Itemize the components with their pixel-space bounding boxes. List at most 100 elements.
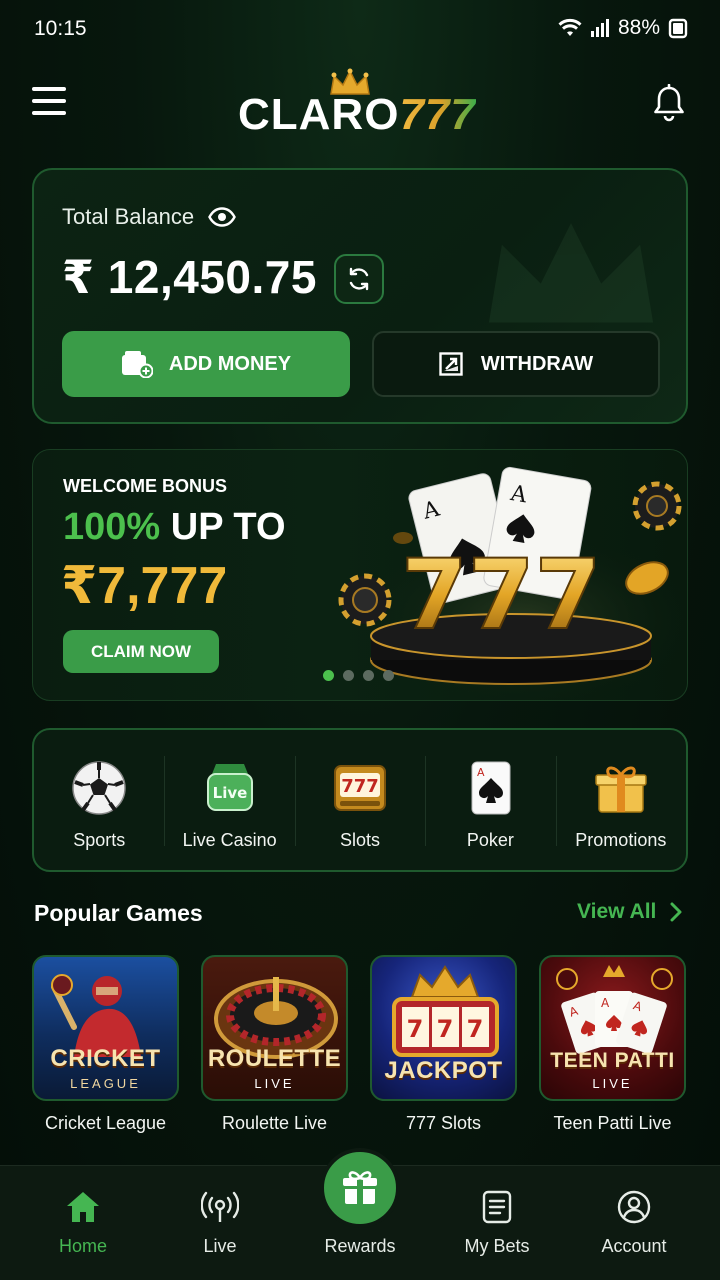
svg-text:777: 777 <box>341 776 379 797</box>
add-money-label: ADD MONEY <box>168 352 292 375</box>
category-promotions[interactable]: Promotions <box>555 730 686 870</box>
menu-icon[interactable] <box>32 87 66 117</box>
category-label: Poker <box>466 830 514 850</box>
broadcast-icon <box>201 1191 239 1222</box>
eye-icon[interactable] <box>208 207 236 227</box>
refresh-icon <box>349 267 369 291</box>
claim-now-button[interactable]: CLAIM NOW <box>63 630 219 673</box>
banner-headline: 100% UP TO <box>63 506 286 549</box>
bell-icon[interactable] <box>652 84 686 122</box>
refresh-balance-button[interactable] <box>334 254 384 304</box>
user-icon <box>617 1190 651 1224</box>
pagination-dot[interactable] <box>323 670 334 681</box>
wallet-add-icon <box>121 351 153 378</box>
wifi-icon <box>558 18 582 36</box>
game-thumb-title: JACKPOT <box>384 1057 503 1084</box>
nav-label: Home <box>58 1236 107 1256</box>
nav-rewards-button[interactable] <box>320 1148 400 1228</box>
game-thumbnail: A A A TEEN PATTI LIVE <box>539 955 686 1101</box>
category-label: Slots <box>340 830 381 850</box>
gift-icon <box>595 766 647 813</box>
home-icon <box>67 1192 99 1222</box>
brand-logo: CLARO777 <box>238 68 478 142</box>
withdraw-button[interactable]: WITHDRAW <box>372 331 660 397</box>
svg-text:Live: Live <box>212 784 247 802</box>
banner-percent: 100% <box>63 506 161 548</box>
game-label: 777 Slots <box>405 1113 482 1133</box>
nav-label: Live <box>203 1236 237 1256</box>
slot-machine-icon: 777 <box>334 765 387 811</box>
crown-watermark-icon <box>488 223 654 323</box>
game-label: Teen Patti Live <box>553 1113 672 1133</box>
balance-amount: ₹ 12,450.75 <box>62 251 317 303</box>
pagination-dot[interactable] <box>363 670 374 681</box>
slot-777-illustration: A A 777 <box>338 466 687 700</box>
balance-label-row: Total Balance <box>62 204 236 230</box>
view-all-link[interactable]: View All <box>577 900 682 924</box>
welcome-bonus-banner[interactable]: WELCOME BONUS 100% UP TO ₹7,777 CLAIM NO… <box>32 449 688 701</box>
withdraw-icon <box>439 352 463 376</box>
popular-games-title: Popular Games <box>34 900 203 926</box>
svg-text:A: A <box>477 766 485 779</box>
battery-icon <box>668 18 688 39</box>
nav-live[interactable]: Live <box>160 1190 280 1257</box>
status-bar: 10:15 88% <box>0 0 720 58</box>
status-indicators: 88% <box>558 16 688 40</box>
banner-eyebrow: WELCOME BONUS <box>63 476 227 496</box>
withdraw-label: WITHDRAW <box>480 352 594 375</box>
category-label: Live Casino <box>182 830 277 850</box>
category-label: Promotions <box>575 830 667 850</box>
svg-text:A: A <box>601 996 610 1010</box>
receipt-icon <box>482 1190 512 1224</box>
category-sports[interactable]: Sports <box>34 730 164 870</box>
game-thumb-title: ROULETTE <box>207 1045 342 1072</box>
game-thumb-subtitle: LEAGUE <box>70 1076 141 1091</box>
live-casino-icon: Live <box>206 764 253 811</box>
balance-card: Total Balance ₹ 12,450.75 ADD MONEY WITH… <box>32 168 688 424</box>
bottom-navigation: Home Live Rewards My Bets Account <box>0 1148 720 1280</box>
gift-icon <box>343 1171 377 1204</box>
nav-account[interactable]: Account <box>574 1190 694 1257</box>
game-card-cricket[interactable]: CRICKET LEAGUE Cricket League <box>32 955 179 1134</box>
game-thumbnail: CRICKET LEAGUE <box>32 955 179 1101</box>
game-card-roulette[interactable]: ROULETTE LIVE Roulette Live <box>201 955 348 1134</box>
category-slots[interactable]: 777 Slots <box>294 730 425 870</box>
category-poker[interactable]: A Poker <box>425 730 555 870</box>
game-thumb-title: TEEN PATTI <box>550 1049 675 1072</box>
pagination-dot[interactable] <box>383 670 394 681</box>
nav-label: My Bets <box>464 1236 530 1256</box>
battery-percent: 88% <box>617 16 660 39</box>
game-thumb-title: CRICKET <box>50 1045 161 1072</box>
game-thumb-subtitle: LIVE <box>592 1076 633 1091</box>
game-card-777-slots[interactable]: 7 7 7 JACKPOT 777 Slots <box>370 955 517 1134</box>
nav-my-bets[interactable]: My Bets <box>437 1190 557 1257</box>
category-live-casino[interactable]: Live Live Casino <box>164 730 294 870</box>
banner-pagination <box>323 670 394 681</box>
category-label: Sports <box>73 830 126 850</box>
app-header: CLARO777 <box>0 60 720 150</box>
game-label: Roulette Live <box>221 1113 328 1133</box>
game-thumbnail: 7 7 7 JACKPOT <box>370 955 517 1101</box>
nav-label: Account <box>601 1236 667 1256</box>
svg-text:7: 7 <box>437 1015 454 1043</box>
add-money-button[interactable]: ADD MONEY <box>62 331 350 397</box>
view-all-label: View All <box>577 900 657 923</box>
balance-label: Total Balance <box>62 204 195 229</box>
game-thumb-subtitle: LIVE <box>254 1076 295 1091</box>
signal-icon <box>590 19 609 37</box>
game-thumbnail: ROULETTE LIVE <box>201 955 348 1101</box>
svg-text:7: 7 <box>407 1015 424 1043</box>
category-bar: Sports Live Live Casino 777 Slots A Poke… <box>32 728 688 872</box>
game-label: Cricket League <box>44 1113 167 1133</box>
logo-777: 777 <box>399 90 476 139</box>
chevron-right-icon <box>670 902 682 922</box>
nav-home[interactable]: Home <box>23 1190 143 1257</box>
pagination-dot[interactable] <box>343 670 354 681</box>
status-time: 10:15 <box>34 17 87 40</box>
popular-games-list: CRICKET LEAGUE Cricket League ROULETTE L… <box>32 955 688 1134</box>
logo-claro: CLARO <box>238 90 400 139</box>
nav-label: Rewards <box>324 1236 396 1256</box>
banner-up-to: UP TO <box>170 506 286 548</box>
svg-text:777: 777 <box>401 539 601 651</box>
game-card-teen-patti[interactable]: A A A TEEN PATTI LIVE Teen Patti Live <box>539 955 686 1134</box>
